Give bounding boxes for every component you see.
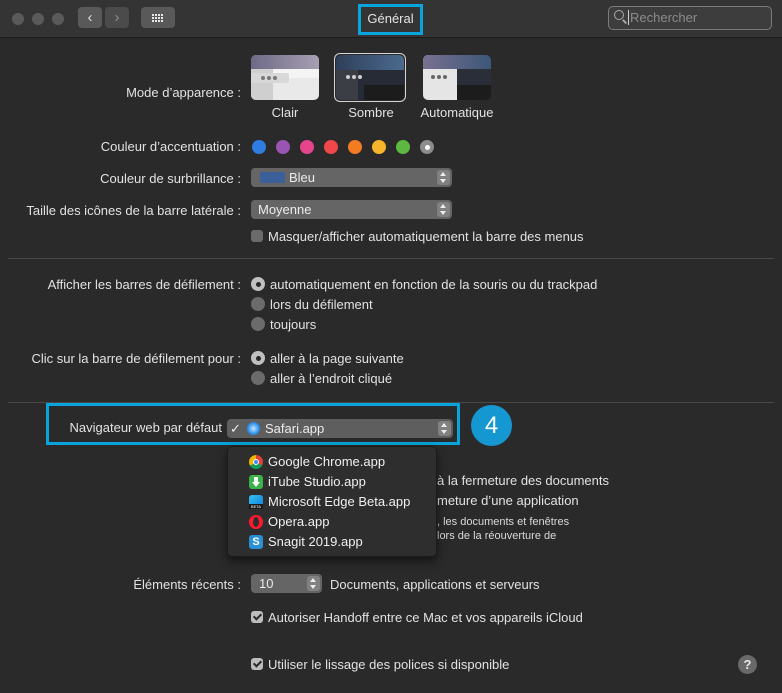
help-button[interactable]: ? [738, 655, 757, 674]
scrollbars-option-always[interactable]: toujours [270, 317, 316, 332]
close-window-button[interactable] [12, 13, 24, 25]
popup-arrows-icon [438, 421, 451, 436]
appearance-option-auto[interactable]: Automatique [412, 105, 502, 120]
step-badge: 4 [471, 405, 512, 446]
itube-icon [249, 475, 263, 489]
accent-swatch-2[interactable] [300, 140, 314, 154]
menu-item-label: Microsoft Edge Beta.app [268, 494, 411, 509]
handoff-checkbox[interactable] [251, 611, 263, 623]
menu-item-label: Google Chrome.app [268, 454, 386, 469]
edge-beta-icon: BETA [249, 495, 263, 509]
font-smoothing-checkbox[interactable] [251, 658, 263, 670]
sidebar-icon-size-label: Taille des icônes de la barre latérale : [26, 203, 241, 218]
window-title: Général [367, 11, 414, 26]
accent-swatch-5[interactable] [372, 140, 386, 154]
close-documents-option-text: à la fermeture des documents [437, 473, 609, 488]
menu-item-edge-beta[interactable]: BETA Microsoft Edge Beta.app [228, 492, 436, 512]
forward-button[interactable]: › [105, 7, 129, 28]
accent-swatch-4[interactable] [348, 140, 362, 154]
sidebar-icon-size-value: Moyenne [258, 202, 312, 217]
show-all-button[interactable] [141, 7, 175, 28]
accent-swatch-6[interactable] [396, 140, 410, 154]
accent-swatch-7[interactable] [420, 140, 434, 154]
appearance-light-thumbnail[interactable] [251, 55, 319, 100]
opera-icon [249, 515, 263, 529]
restore-windows-text-1: , les documents et fenêtres [437, 516, 570, 528]
recent-items-value: 10 [259, 576, 274, 591]
menu-item-label: Opera.app [268, 514, 330, 529]
scrollbars-option-scrolling[interactable]: lors du défilement [270, 297, 373, 312]
menu-item-snagit[interactable]: S Snagit 2019.app [228, 532, 436, 552]
accent-color-label: Couleur d’accentuation : [100, 139, 241, 154]
restore-windows-text-2: lors de la réouverture de [437, 530, 557, 542]
appearance-label: Mode d’apparence : [126, 85, 241, 100]
accent-swatch-1[interactable] [276, 140, 290, 154]
scroll-click-radio-spot[interactable] [251, 371, 265, 385]
search-input[interactable] [630, 7, 760, 27]
chevron-left-icon: ‹ [87, 9, 93, 26]
appearance-auto-thumbnail[interactable] [423, 55, 491, 100]
highlight-color-value: Bleu [289, 170, 316, 185]
menubar-autohide-label: Masquer/afficher automatiquement la barr… [268, 229, 584, 244]
chevron-right-icon: › [114, 9, 120, 26]
menu-item-label: Snagit 2019.app [268, 534, 363, 549]
handoff-label: Autoriser Handoff entre ce Mac et vos ap… [268, 610, 583, 625]
recent-items-stepper[interactable]: 10 [251, 574, 322, 593]
recent-items-label: Éléments récents : [133, 577, 241, 592]
scrollbars-radio-auto[interactable] [251, 277, 265, 291]
highlight-color-popup[interactable]: Bleu [251, 168, 452, 187]
separator [8, 258, 774, 259]
sidebar-icon-size-popup[interactable]: Moyenne [251, 200, 452, 219]
scroll-click-label: Clic sur la barre de défilement pour : [31, 351, 241, 366]
accent-swatch-0[interactable] [252, 140, 266, 154]
scrollbars-radio-scrolling[interactable] [251, 297, 265, 311]
search-icon [614, 10, 624, 20]
accent-swatch-3[interactable] [324, 140, 338, 154]
highlight-swatch [260, 172, 285, 183]
scroll-click-option-next-page[interactable]: aller à la page suivante [270, 351, 404, 366]
scrollbars-option-auto[interactable]: automatiquement en fonction de la souris… [270, 277, 597, 292]
menu-item-opera[interactable]: Opera.app [228, 512, 436, 532]
selected-dot-icon [424, 144, 430, 150]
menu-item-chrome[interactable]: Google Chrome.app [228, 452, 436, 472]
font-smoothing-label: Utiliser le lissage des polices si dispo… [268, 657, 510, 672]
default-browser-popup[interactable]: ✓ Safari.app [227, 419, 453, 438]
scroll-click-radio-next-page[interactable] [251, 351, 265, 365]
checkmark-icon: ✓ [230, 421, 241, 436]
minimize-window-button[interactable] [32, 13, 44, 25]
appearance-dark-thumbnail[interactable] [336, 55, 404, 100]
scrollbars-radio-always[interactable] [251, 317, 265, 331]
recent-items-suffix: Documents, applications et serveurs [330, 577, 540, 592]
scroll-click-option-spot[interactable]: aller à l’endroit cliqué [270, 371, 392, 386]
menu-item-label: iTube Studio.app [268, 474, 366, 489]
safari-icon [247, 422, 260, 435]
browser-dropdown-menu: Google Chrome.app iTube Studio.app BETA … [227, 446, 437, 557]
menu-item-itube[interactable]: iTube Studio.app [228, 472, 436, 492]
stepper-arrows-icon[interactable] [307, 576, 320, 591]
appearance-option-dark[interactable]: Sombre [326, 105, 416, 120]
scrollbars-label: Afficher les barres de défilement : [47, 277, 241, 292]
zoom-window-button[interactable] [52, 13, 64, 25]
menubar-autohide-checkbox[interactable] [251, 230, 263, 242]
text-caret [628, 10, 629, 25]
default-browser-label: Navigateur web par défaut [69, 420, 222, 435]
default-browser-value: Safari.app [265, 421, 325, 436]
popup-arrows-icon [437, 170, 450, 185]
appearance-option-light[interactable]: Clair [240, 105, 330, 120]
back-button[interactable]: ‹ [78, 7, 102, 28]
popup-arrows-icon [437, 202, 450, 217]
snagit-icon: S [249, 535, 263, 549]
quit-app-option-text: meture d’une application [437, 493, 579, 508]
highlight-color-label: Couleur de surbrillance : [100, 171, 241, 186]
chrome-icon [249, 455, 263, 469]
